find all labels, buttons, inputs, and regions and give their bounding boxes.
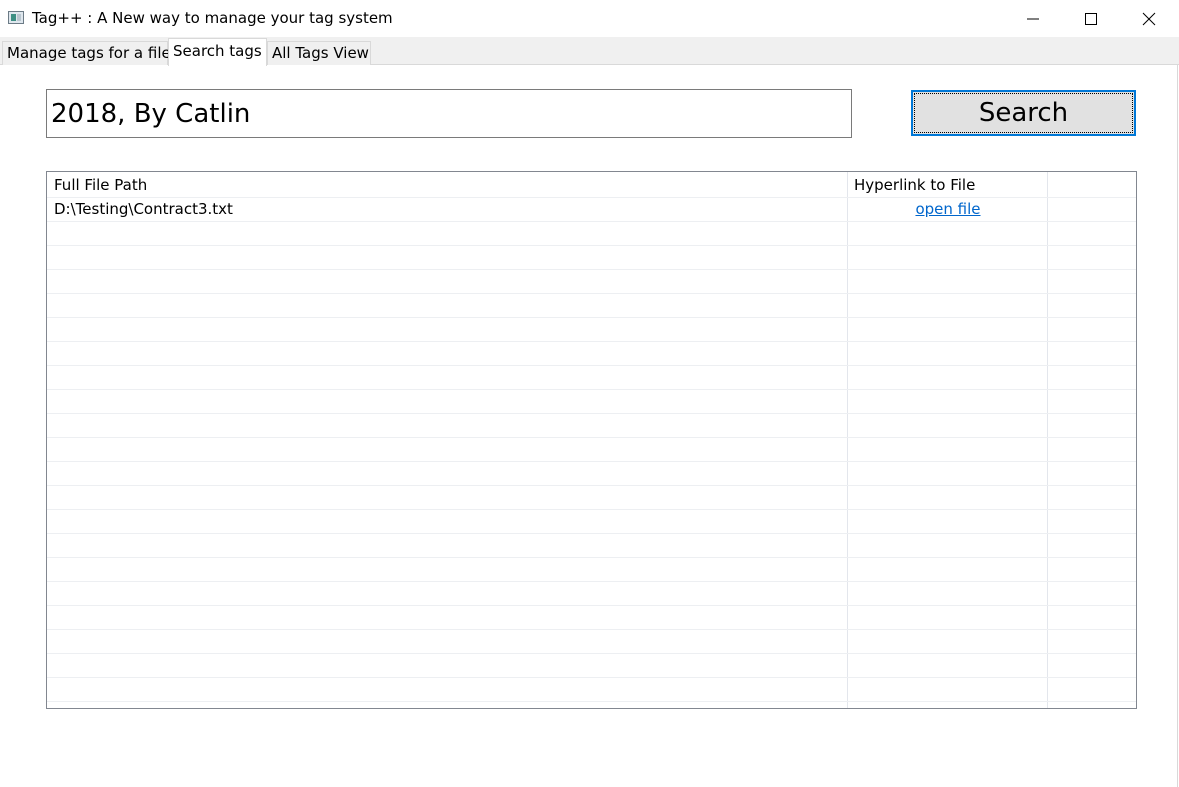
table-row[interactable] bbox=[47, 606, 1136, 630]
search-tags-panel: Search Full File Path Hyperlink to File … bbox=[0, 65, 1178, 787]
header-row: Full File Path Hyperlink to File bbox=[47, 174, 1136, 198]
table-row[interactable] bbox=[47, 414, 1136, 438]
window-title: Tag++ : A New way to manage your tag sys… bbox=[32, 9, 393, 27]
column-header-hyperlink[interactable]: Hyperlink to File bbox=[854, 174, 975, 197]
table-row[interactable]: D:\Testing\Contract3.txt open file bbox=[47, 198, 1136, 222]
title-bar[interactable]: Tag++ : A New way to manage your tag sys… bbox=[0, 0, 1179, 37]
table-row[interactable] bbox=[47, 534, 1136, 558]
table-row[interactable] bbox=[47, 270, 1136, 294]
minimize-icon bbox=[1027, 18, 1039, 20]
maximize-icon bbox=[1085, 13, 1097, 25]
table-row[interactable] bbox=[47, 678, 1136, 702]
tab-search-tags[interactable]: Search tags bbox=[168, 38, 267, 66]
table-row[interactable] bbox=[47, 222, 1136, 246]
tab-manage-tags[interactable]: Manage tags for a file bbox=[2, 41, 171, 65]
file-path-cell: D:\Testing\Contract3.txt bbox=[54, 200, 233, 218]
table-row[interactable] bbox=[47, 558, 1136, 582]
table-row[interactable] bbox=[47, 654, 1136, 678]
results-grid[interactable]: Full File Path Hyperlink to File D:\Test… bbox=[46, 171, 1137, 709]
table-row[interactable] bbox=[47, 366, 1136, 390]
app-window: Tag++ : A New way to manage your tag sys… bbox=[0, 0, 1179, 787]
table-row[interactable] bbox=[47, 246, 1136, 270]
tab-all-tags-view[interactable]: All Tags View bbox=[267, 41, 371, 65]
search-button[interactable]: Search bbox=[911, 90, 1136, 136]
close-icon bbox=[1142, 12, 1156, 26]
minimize-button[interactable] bbox=[1004, 0, 1062, 37]
table-row[interactable] bbox=[47, 630, 1136, 654]
table-row[interactable] bbox=[47, 438, 1136, 462]
table-row[interactable] bbox=[47, 582, 1136, 606]
table-row[interactable] bbox=[47, 462, 1136, 486]
table-row[interactable] bbox=[47, 510, 1136, 534]
table-row[interactable] bbox=[47, 294, 1136, 318]
open-file-link[interactable]: open file bbox=[848, 198, 1048, 221]
table-row[interactable] bbox=[47, 318, 1136, 342]
table-row[interactable] bbox=[47, 342, 1136, 366]
maximize-button[interactable] bbox=[1062, 0, 1120, 37]
table-row[interactable] bbox=[47, 390, 1136, 414]
column-header-full-file-path[interactable]: Full File Path bbox=[54, 174, 147, 197]
search-input[interactable] bbox=[46, 89, 852, 138]
app-window-icon bbox=[8, 11, 24, 24]
tab-strip: Manage tags for a file Search tags All T… bbox=[0, 37, 1179, 66]
close-button[interactable] bbox=[1120, 0, 1178, 37]
table-row[interactable] bbox=[47, 486, 1136, 510]
